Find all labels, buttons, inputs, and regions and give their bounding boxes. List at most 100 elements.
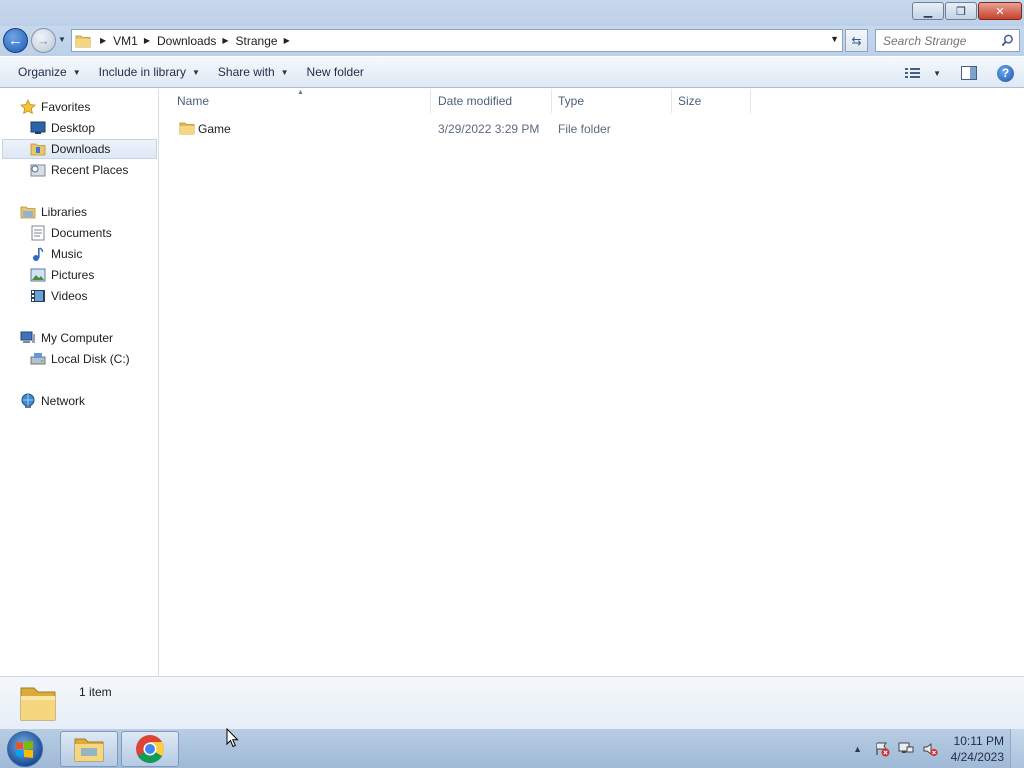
forward-button[interactable]: → — [31, 28, 56, 53]
taskbar-chrome-button[interactable] — [121, 731, 179, 767]
organize-button[interactable]: Organize ▼ — [9, 60, 90, 84]
sidebar-item-label: Desktop — [51, 121, 96, 135]
breadcrumb-vm1[interactable]: VM1 — [113, 34, 138, 48]
file-date-modified: 3/29/2022 3:29 PM — [438, 122, 540, 136]
include-in-library-label: Include in library — [98, 65, 186, 79]
sidebar-libraries[interactable]: Libraries — [20, 202, 87, 222]
search-input[interactable] — [883, 33, 995, 48]
help-button[interactable]: ? — [997, 61, 1014, 85]
help-icon: ? — [997, 64, 1014, 82]
minimize-button[interactable]: ▁ — [912, 2, 944, 20]
file-type: File folder — [558, 122, 611, 136]
chevron-down-icon: ▼ — [192, 67, 200, 77]
table-row[interactable]: Game 3/29/2022 3:29 PM File folder — [173, 119, 753, 141]
sidebar-item-downloads[interactable]: Downloads — [2, 139, 157, 159]
window-controls: ▁ ❐ ✕ — [911, 2, 1022, 20]
column-header-label: Type — [558, 94, 585, 108]
search-box[interactable] — [875, 29, 1020, 52]
action-center-icon[interactable] — [873, 740, 891, 758]
sidebar-item-local-disk[interactable]: Local Disk (C:) — [30, 349, 130, 369]
sidebar-item-recent-places[interactable]: Recent Places — [30, 160, 128, 180]
sidebar-item-pictures[interactable]: Pictures — [30, 265, 94, 285]
breadcrumb-separator[interactable]: ▶ — [100, 36, 106, 45]
show-hidden-icons-icon[interactable]: ▲ — [849, 740, 867, 758]
volume-muted-icon[interactable] — [921, 740, 939, 758]
refresh-button[interactable]: ⇆ — [845, 29, 868, 52]
column-header-label: Size — [678, 94, 702, 108]
back-button[interactable]: ← — [3, 28, 28, 53]
column-header-date-modified[interactable]: Date modified — [432, 89, 552, 113]
show-desktop-button[interactable] — [1010, 729, 1024, 768]
breadcrumb-separator[interactable]: ▶ — [222, 36, 228, 45]
include-in-library-button[interactable]: Include in library ▼ — [90, 60, 209, 84]
sidebar-item-videos[interactable]: Videos — [30, 286, 87, 306]
organize-label: Organize — [18, 65, 67, 79]
column-header-label: Name — [177, 94, 210, 108]
clock-time: 10:11 PM — [953, 734, 1004, 748]
preview-pane-icon — [961, 66, 977, 80]
sidebar-item-desktop[interactable]: Desktop — [30, 118, 95, 138]
clock[interactable]: 10:11 PM 4/24/2023 — [951, 733, 1004, 765]
network-status-icon[interactable] — [897, 740, 915, 758]
command-bar: Organize ▼ Include in library ▼ Share with… — [0, 56, 1024, 88]
navigation-pane: Favorites Desktop Downloads Recent Place… — [0, 89, 159, 676]
minimize-icon: ▁ — [923, 5, 933, 18]
sidebar-item-documents[interactable]: Documents — [30, 223, 112, 243]
change-view-button[interactable]: ▼ — [905, 61, 941, 85]
share-with-button[interactable]: Share with ▼ — [209, 60, 298, 84]
network-icon — [20, 393, 36, 409]
chrome-icon — [136, 735, 164, 763]
sidebar-my-computer[interactable]: My Computer — [20, 328, 113, 348]
downloads-folder-icon — [30, 141, 46, 157]
address-dropdown-icon[interactable]: ▼ — [830, 34, 839, 44]
sidebar-item-label: Recent Places — [51, 163, 129, 177]
new-folder-button[interactable]: New folder — [298, 60, 373, 84]
sidebar-favorites[interactable]: Favorites — [20, 97, 90, 117]
desktop-icon — [30, 120, 46, 136]
close-button[interactable]: ✕ — [978, 2, 1022, 20]
file-list: Name ▲ Date modified Type Size Game 3/29… — [159, 89, 1024, 676]
start-button[interactable] — [5, 731, 45, 767]
chevron-down-icon[interactable]: ▼ — [933, 69, 941, 78]
column-header-type[interactable]: Type — [552, 89, 672, 113]
breadcrumb-strange[interactable]: Strange — [236, 34, 278, 48]
back-arrow-icon: ← — [8, 32, 23, 49]
local-disk-icon — [30, 351, 46, 367]
system-tray: ▲ 10:11 PM 4/24/2023 — [843, 729, 1004, 768]
folder-icon — [179, 121, 195, 138]
sort-ascending-icon: ▲ — [297, 89, 304, 96]
sidebar-network-label: Network — [41, 394, 86, 408]
chevron-down-icon: ▼ — [58, 35, 66, 44]
windows-explorer-icon — [74, 738, 104, 762]
taskbar-explorer-button[interactable] — [60, 731, 118, 767]
maximize-button[interactable]: ❐ — [945, 2, 977, 20]
folder-large-icon — [20, 687, 56, 721]
details-pane: 1 item — [0, 676, 1024, 728]
search-icon[interactable] — [1001, 34, 1014, 47]
sidebar-item-music[interactable]: Music — [30, 244, 82, 264]
new-folder-label: New folder — [306, 65, 364, 79]
preview-pane-button[interactable] — [961, 61, 977, 85]
close-icon: ✕ — [995, 5, 1005, 18]
navigation-bar: ← → ▼ ▶ VM1 ▶ Downloads ▶ Strange ▶ ▼ ⇆ — [0, 26, 1024, 56]
sidebar-item-label: Videos — [51, 289, 88, 303]
address-bar[interactable]: ▶ VM1 ▶ Downloads ▶ Strange ▶ ▼ — [71, 29, 843, 52]
column-header-size[interactable]: Size — [672, 89, 751, 113]
sidebar-item-label: Pictures — [51, 268, 95, 282]
windows-logo-icon — [7, 731, 43, 767]
sidebar-my-computer-label: My Computer — [41, 331, 114, 345]
command-bar-right: ▼ ? — [897, 61, 1014, 85]
breadcrumb-separator[interactable]: ▶ — [284, 36, 290, 45]
sidebar-network[interactable]: Network — [20, 391, 85, 411]
chevron-down-icon: ▼ — [72, 67, 81, 77]
videos-icon — [30, 288, 46, 304]
music-icon — [30, 246, 46, 262]
recent-pages-button[interactable]: ▼ — [58, 35, 68, 45]
title-bar: ▁ ❐ ✕ — [0, 0, 1024, 26]
chevron-down-icon: ▼ — [280, 67, 289, 77]
breadcrumb-downloads[interactable]: Downloads — [157, 34, 216, 48]
sidebar-item-label: Downloads — [51, 142, 111, 156]
file-name: Game — [198, 122, 231, 136]
recent-places-icon — [30, 162, 46, 178]
breadcrumb-separator[interactable]: ▶ — [144, 36, 150, 45]
